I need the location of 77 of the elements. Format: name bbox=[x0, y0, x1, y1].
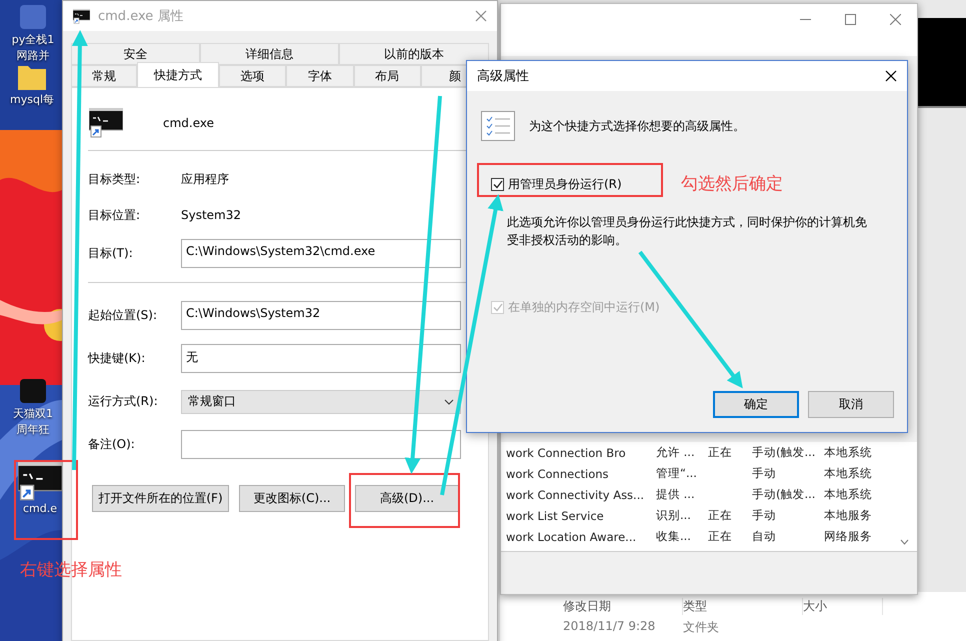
text-field[interactable]: 无 bbox=[181, 344, 461, 373]
table-cell-text: 提供 ... bbox=[656, 487, 696, 502]
table-cell-text: 允许 ... bbox=[656, 445, 696, 460]
table-cell-text: 本地服务 bbox=[824, 508, 873, 523]
column-header[interactable]: 类型 bbox=[683, 598, 803, 615]
table-cell-text: work List Service bbox=[506, 508, 605, 522]
desktop-icon-label[interactable]: py全栈1 bbox=[12, 32, 54, 48]
desktop-icon-label[interactable]: 天猫双1 bbox=[13, 406, 53, 422]
checkmark-icon bbox=[492, 303, 502, 312]
console-icon bbox=[73, 8, 90, 24]
intro-text: 为这个快捷方式选择你想要的高级属性。 bbox=[529, 118, 745, 134]
table-cell-text: 手动(触发... bbox=[752, 487, 816, 502]
field-label: 运行方式(R): bbox=[88, 393, 159, 410]
table-cell-text: 正在 bbox=[708, 445, 733, 460]
text-field[interactable] bbox=[181, 430, 461, 459]
dialog-button[interactable]: 取消 bbox=[808, 391, 894, 418]
table-cell-text: 本地系统 bbox=[824, 466, 873, 481]
text-field[interactable]: C:\Windows\System32\cmd.exe bbox=[181, 239, 461, 268]
table-cell-text: work Location Aware... bbox=[506, 530, 638, 544]
tab[interactable]: 常规 bbox=[71, 65, 138, 87]
property-value: 应用程序 bbox=[181, 170, 230, 188]
dialog-button[interactable]: 打开文件所在的位置(F) bbox=[92, 485, 229, 512]
table-cell-text: 手动 bbox=[752, 466, 777, 481]
dropdown[interactable]: 常规窗口 bbox=[181, 390, 461, 414]
desktop-icon-label[interactable]: 周年狂 bbox=[16, 422, 50, 438]
table-cell-text: 文件夹 bbox=[683, 619, 720, 636]
annotation-text: 右键选择属性 bbox=[20, 559, 122, 581]
checklist-icon bbox=[481, 111, 515, 141]
table-cell-text: 自动 bbox=[752, 529, 777, 544]
property-value: System32 bbox=[181, 208, 242, 222]
field-label: 目标位置: bbox=[88, 206, 142, 224]
field-label: 起始位置(S): bbox=[88, 307, 158, 324]
maximize-icon[interactable] bbox=[845, 14, 856, 25]
column-header[interactable]: 大小 bbox=[803, 598, 883, 615]
shortcut-name: cmd.exe bbox=[163, 116, 214, 130]
tab[interactable]: 布局 bbox=[354, 65, 421, 87]
tab[interactable]: 详细信息 bbox=[200, 43, 339, 65]
table-cell-text: 手动 bbox=[752, 508, 777, 523]
table-cell-text: work Connectivity Ass... bbox=[506, 488, 646, 502]
field-label: 目标类型: bbox=[88, 170, 142, 188]
desktop-icon-label[interactable]: mysql每 bbox=[10, 92, 54, 108]
tab[interactable]: 以前的版本 bbox=[338, 43, 489, 65]
table-cell-text: 手动(触发... bbox=[752, 445, 816, 460]
table-cell-text: 网络服务 bbox=[824, 529, 873, 544]
checkmark-icon bbox=[492, 180, 502, 189]
option-description: 此选项允许你以管理员身份运行此快捷方式，同时保护你的计算机免受非授权活动的影响。 bbox=[507, 214, 867, 249]
desktop-icon-label[interactable]: 网路并 bbox=[16, 48, 50, 64]
field-label: 备注(O): bbox=[88, 436, 136, 453]
annotation-text: 勾选然后确定 bbox=[681, 173, 783, 195]
table-cell-text: work Connection Bro bbox=[506, 446, 627, 460]
table-cell-text: 管理“... bbox=[656, 466, 698, 481]
field-label: 目标(T): bbox=[88, 245, 134, 262]
table-cell-text: 收集... bbox=[656, 529, 692, 544]
tab[interactable]: 快捷方式 bbox=[137, 62, 219, 87]
scroll-down-icon[interactable] bbox=[900, 539, 909, 545]
console-icon bbox=[18, 462, 62, 501]
tab[interactable]: 选项 bbox=[218, 65, 286, 87]
field-label: 快捷键(K): bbox=[88, 350, 146, 367]
column-header[interactable]: 修改日期 bbox=[563, 598, 683, 615]
table-cell-text: 本地系统 bbox=[824, 487, 873, 502]
app-icon[interactable] bbox=[17, 376, 49, 406]
table-cell-text: 正在 bbox=[708, 508, 733, 523]
chevron-down-icon bbox=[444, 398, 454, 404]
table-cell-text: 识别... bbox=[656, 508, 692, 523]
dialog-button[interactable]: 更改图标(C)... bbox=[239, 485, 345, 512]
text-field[interactable]: C:\Windows\System32 bbox=[181, 301, 461, 330]
desktop-icon-label[interactable]: cmd.e bbox=[22, 501, 57, 517]
table-cell-text: 正在 bbox=[708, 529, 733, 544]
window-title: cmd.exe 属性 bbox=[98, 8, 184, 25]
dialog-button[interactable]: 确定 bbox=[713, 391, 799, 418]
dialog-button[interactable]: 高级(D)... bbox=[355, 485, 459, 512]
table-cell-text: work Connections bbox=[506, 466, 610, 480]
table-cell-text: 本地系统 bbox=[824, 445, 873, 460]
tab[interactable]: 字体 bbox=[286, 65, 354, 87]
console-icon bbox=[89, 108, 123, 138]
close-icon[interactable] bbox=[885, 70, 897, 82]
table-cell-text: 2018/11/7 9:28 bbox=[563, 619, 656, 635]
